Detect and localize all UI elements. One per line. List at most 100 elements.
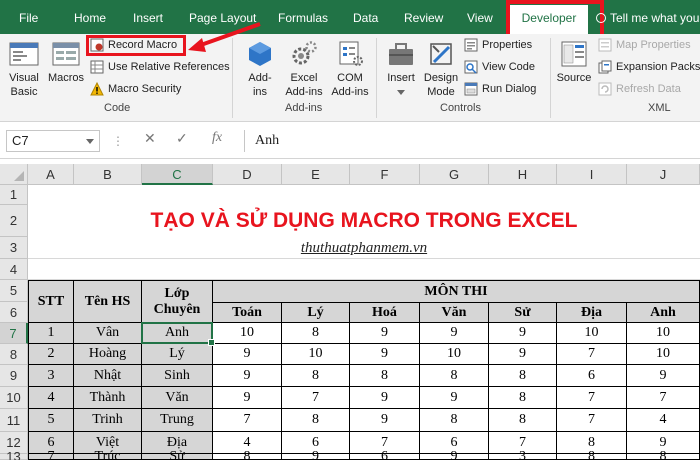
enter-icon[interactable]: ✓: [176, 130, 188, 147]
score-cell[interactable]: 4: [626, 408, 700, 432]
insert-control-button[interactable]: Insert: [382, 40, 420, 99]
macros-button[interactable]: Macros: [46, 40, 86, 85]
score-cell[interactable]: 6: [349, 449, 420, 460]
score-cell[interactable]: 10: [419, 343, 489, 365]
row-header-7[interactable]: 7: [0, 323, 28, 344]
score-cell[interactable]: 8: [419, 408, 489, 432]
tell-me-search[interactable]: Tell me what you: [596, 0, 699, 34]
source-button[interactable]: Source: [554, 40, 594, 85]
score-cell[interactable]: 9: [488, 343, 557, 365]
score-cell[interactable]: 9: [212, 364, 282, 387]
score-cell[interactable]: 8: [281, 364, 350, 387]
run-dialog-button[interactable]: Run Dialog: [464, 82, 536, 96]
score-cell[interactable]: 10: [212, 322, 282, 344]
select-all-corner[interactable]: [0, 164, 28, 185]
com-add-ins-button[interactable]: COM Add-ins: [328, 40, 372, 99]
student-name-cell[interactable]: Hoàng: [73, 343, 142, 365]
excel-add-ins-button[interactable]: Excel Add-ins: [282, 40, 326, 99]
row-header-6[interactable]: 6: [0, 302, 28, 323]
use-relative-references-button[interactable]: Use Relative References: [90, 60, 230, 74]
tab-insert[interactable]: Insert: [133, 0, 163, 34]
column-header-f[interactable]: F: [350, 164, 420, 185]
score-cell[interactable]: 10: [281, 343, 350, 365]
score-cell[interactable]: 6: [556, 364, 627, 387]
score-cell[interactable]: 3: [488, 449, 557, 460]
student-name-cell[interactable]: Trúc: [73, 449, 142, 460]
score-cell[interactable]: 8: [281, 408, 350, 432]
score-cell[interactable]: 9: [419, 386, 489, 409]
class-cell[interactable]: Sinh: [141, 364, 213, 387]
row-header-2[interactable]: 2: [0, 205, 28, 237]
visual-basic-button[interactable]: Visual Basic: [4, 40, 44, 99]
stt-cell[interactable]: 3: [28, 364, 74, 387]
column-header-g[interactable]: G: [420, 164, 489, 185]
class-cell[interactable]: Văn: [141, 386, 213, 409]
formula-input[interactable]: Anh: [244, 130, 694, 152]
score-cell[interactable]: 9: [349, 408, 420, 432]
row-header-10[interactable]: 10: [0, 387, 28, 409]
column-header-e[interactable]: E: [282, 164, 350, 185]
tab-developer[interactable]: Developer: [506, 0, 604, 39]
score-cell[interactable]: 8: [488, 364, 557, 387]
stt-cell[interactable]: 7: [28, 449, 74, 460]
score-cell[interactable]: 9: [349, 386, 420, 409]
stt-cell[interactable]: 4: [28, 386, 74, 409]
row-header-5[interactable]: 5: [0, 280, 28, 302]
score-cell[interactable]: 9: [281, 449, 350, 460]
design-mode-button[interactable]: Design Mode: [422, 40, 460, 99]
score-cell[interactable]: 7: [556, 343, 627, 365]
row-header-3[interactable]: 3: [0, 237, 28, 259]
column-header-d[interactable]: D: [213, 164, 282, 185]
column-header-i[interactable]: I: [557, 164, 627, 185]
score-cell[interactable]: 10: [626, 343, 700, 365]
cancel-icon[interactable]: ✕: [144, 130, 156, 147]
score-cell[interactable]: 8: [212, 449, 282, 460]
score-cell[interactable]: 8: [349, 364, 420, 387]
row-header-11[interactable]: 11: [0, 409, 28, 432]
class-cell[interactable]: Trung: [141, 408, 213, 432]
score-cell[interactable]: 9: [419, 322, 489, 344]
column-header-a[interactable]: A: [28, 164, 74, 185]
score-cell[interactable]: 7: [556, 408, 627, 432]
tab-formulas[interactable]: Formulas: [278, 0, 328, 34]
row-header-4[interactable]: 4: [0, 259, 28, 280]
column-header-j[interactable]: J: [627, 164, 700, 185]
stt-cell[interactable]: 1: [28, 322, 74, 344]
score-cell[interactable]: 10: [556, 322, 627, 344]
student-name-cell[interactable]: Vân: [73, 322, 142, 344]
stt-cell[interactable]: 5: [28, 408, 74, 432]
chevron-down-icon[interactable]: [86, 139, 94, 144]
stt-cell[interactable]: 2: [28, 343, 74, 365]
student-name-cell[interactable]: Trinh: [73, 408, 142, 432]
score-cell[interactable]: 7: [556, 386, 627, 409]
score-cell[interactable]: 7: [626, 386, 700, 409]
column-header-c[interactable]: C: [142, 164, 213, 185]
refresh-data-button[interactable]: Refresh Data: [598, 82, 681, 96]
class-cell[interactable]: Lý: [141, 343, 213, 365]
tab-file[interactable]: File: [19, 0, 38, 34]
name-box[interactable]: C7: [6, 130, 100, 152]
score-cell[interactable]: 8: [488, 386, 557, 409]
score-cell[interactable]: 8: [626, 449, 700, 460]
row-header-8[interactable]: 8: [0, 344, 28, 365]
macro-security-button[interactable]: Macro Security: [90, 82, 181, 96]
tab-review[interactable]: Review: [404, 0, 443, 34]
insert-function-icon[interactable]: fx: [212, 130, 222, 146]
properties-button[interactable]: Properties: [464, 38, 532, 52]
view-code-button[interactable]: View Code: [464, 60, 535, 74]
score-cell[interactable]: 8: [281, 322, 350, 344]
score-cell[interactable]: 9: [626, 364, 700, 387]
score-cell[interactable]: 7: [212, 408, 282, 432]
class-cell[interactable]: Sử: [141, 449, 213, 460]
row-header-9[interactable]: 9: [0, 365, 28, 387]
tab-home[interactable]: Home: [74, 0, 106, 34]
row-header-1[interactable]: 1: [0, 185, 28, 205]
score-cell[interactable]: 10: [626, 322, 700, 344]
score-cell[interactable]: 9: [419, 449, 489, 460]
score-cell[interactable]: 8: [488, 408, 557, 432]
score-cell[interactable]: 9: [212, 343, 282, 365]
student-name-cell[interactable]: Nhật: [73, 364, 142, 387]
expansion-packs-button[interactable]: Expansion Packs: [598, 60, 700, 74]
tab-data[interactable]: Data: [353, 0, 378, 34]
row-header-13[interactable]: 13: [0, 449, 28, 460]
